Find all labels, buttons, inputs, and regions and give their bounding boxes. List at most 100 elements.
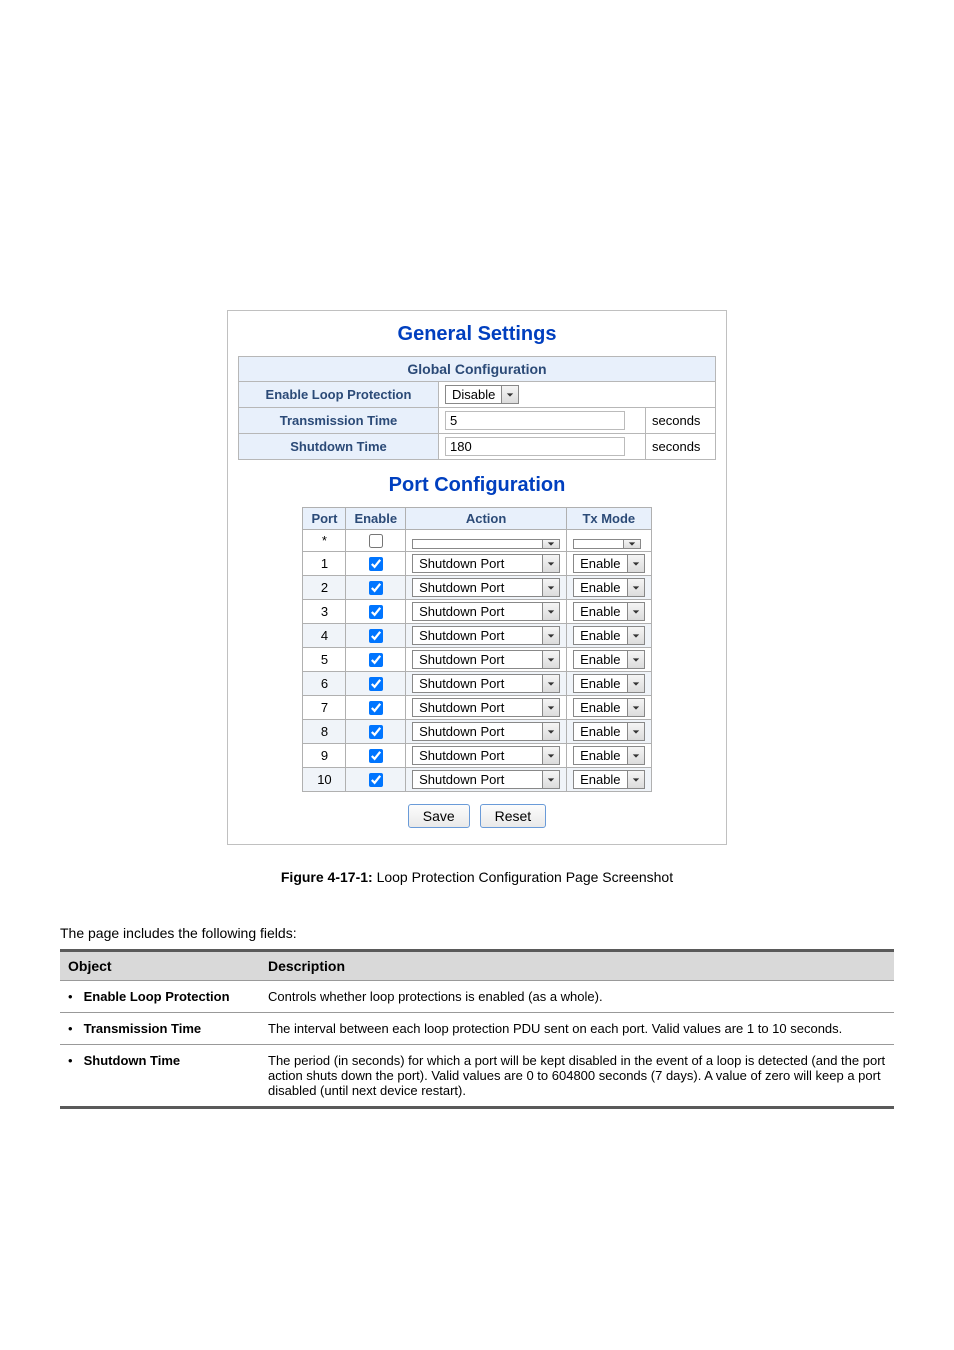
chevron-down-icon xyxy=(627,578,645,597)
desc-col-description: Description xyxy=(260,951,894,981)
port-enable-cell xyxy=(346,600,406,624)
port-txmode-select[interactable]: Enable xyxy=(573,626,644,645)
chevron-down-icon xyxy=(542,722,560,741)
port-action-value: Shutdown Port xyxy=(412,626,542,645)
chevron-down-icon xyxy=(542,770,560,789)
port-txmode-select[interactable]: Enable xyxy=(573,698,644,717)
port-action-value: Shutdown Port xyxy=(412,698,542,717)
port-txmode-select[interactable]: Enable xyxy=(573,746,644,765)
chevron-down-icon xyxy=(627,626,645,645)
port-number: 8 xyxy=(303,720,346,744)
port-number: 5 xyxy=(303,648,346,672)
desc-col-object: Object xyxy=(60,951,260,981)
port-enable-checkbox[interactable] xyxy=(369,773,383,787)
desc-text: The interval between each loop protectio… xyxy=(260,1013,894,1045)
port-enable-checkbox[interactable] xyxy=(369,701,383,715)
general-settings-title: General Settings xyxy=(238,323,716,346)
chevron-down-icon xyxy=(542,674,560,693)
port-txmode-value: Enable xyxy=(573,602,626,621)
port-enable-checkbox[interactable] xyxy=(369,605,383,619)
port-enable-checkbox[interactable] xyxy=(369,629,383,643)
port-enable-checkbox[interactable] xyxy=(369,581,383,595)
port-config-table: Port Enable Action Tx Mode *1Shutdown Po… xyxy=(302,507,651,792)
shutdown-time-input[interactable] xyxy=(445,437,625,456)
port-enable-checkbox[interactable] xyxy=(369,653,383,667)
port-txmode-select[interactable]: Enable xyxy=(573,722,644,741)
port-txmode-select[interactable]: Enable xyxy=(573,578,644,597)
port-action-select[interactable]: Shutdown Port xyxy=(412,698,560,717)
chevron-down-icon xyxy=(542,602,560,621)
port-action-value: Shutdown Port xyxy=(412,578,542,597)
port-enable-cell xyxy=(346,744,406,768)
chevron-down-icon xyxy=(542,650,560,669)
port-txmode-value: Enable xyxy=(573,626,626,645)
table-row: 4Shutdown PortEnable xyxy=(303,624,651,648)
port-txmode-value: Enable xyxy=(573,578,626,597)
port-txmode-select[interactable]: Enable xyxy=(573,602,644,621)
port-action-select[interactable]: Shutdown Port xyxy=(412,602,560,621)
settings-panel: General Settings Global Configuration En… xyxy=(227,310,727,845)
port-txmode-value: Enable xyxy=(573,746,626,765)
port-txmode-select[interactable]: Enable xyxy=(573,674,644,693)
chevron-down-icon xyxy=(542,626,560,645)
port-enable-cell xyxy=(346,672,406,696)
port-enable-checkbox[interactable] xyxy=(369,725,383,739)
table-row: 10Shutdown PortEnable xyxy=(303,768,651,792)
port-action-select[interactable]: Shutdown Port xyxy=(412,650,560,669)
chevron-down-icon xyxy=(627,698,645,717)
port-action-select[interactable]: Shutdown Port xyxy=(412,770,560,789)
port-txmode-select[interactable]: Enable xyxy=(573,650,644,669)
port-action-select[interactable]: Shutdown Port xyxy=(412,578,560,597)
figure-caption: Figure 4-17-1: Loop Protection Configura… xyxy=(60,869,894,885)
port-txmode-value: Enable xyxy=(573,722,626,741)
port-action-value: Shutdown Port xyxy=(412,602,542,621)
shutdown-time-label: Shutdown Time xyxy=(239,434,439,460)
port-enable-checkbox[interactable] xyxy=(369,677,383,691)
port-action-select[interactable]: Shutdown Port xyxy=(412,626,560,645)
port-enable-checkbox[interactable] xyxy=(369,557,383,571)
chevron-down-icon xyxy=(542,746,560,765)
port-txmode-select[interactable] xyxy=(573,539,641,549)
description-table: Object Description • Enable Loop Protect… xyxy=(60,949,894,1109)
table-row: 9Shutdown PortEnable xyxy=(303,744,651,768)
port-action-value: Shutdown Port xyxy=(412,722,542,741)
table-row: 7Shutdown PortEnable xyxy=(303,696,651,720)
port-enable-cell xyxy=(346,552,406,576)
enable-loop-select[interactable]: Disable xyxy=(445,385,519,404)
port-txmode-select[interactable]: Enable xyxy=(573,770,644,789)
table-row: 2Shutdown PortEnable xyxy=(303,576,651,600)
port-number: 6 xyxy=(303,672,346,696)
tx-time-input[interactable] xyxy=(445,411,625,430)
port-txmode-value xyxy=(573,539,623,549)
chevron-down-icon xyxy=(542,698,560,717)
desc-text: The period (in seconds) for which a port… xyxy=(260,1045,894,1108)
enable-loop-label: Enable Loop Protection xyxy=(239,382,439,408)
figure-number: Figure 4-17-1: xyxy=(281,869,373,885)
port-enable-cell xyxy=(346,648,406,672)
port-txmode-value: Enable xyxy=(573,650,626,669)
port-action-select[interactable]: Shutdown Port xyxy=(412,554,560,573)
port-enable-checkbox[interactable] xyxy=(369,534,383,548)
port-txmode-select[interactable]: Enable xyxy=(573,554,644,573)
port-action-select[interactable]: Shutdown Port xyxy=(412,722,560,741)
global-config-header: Global Configuration xyxy=(239,357,716,382)
port-enable-cell xyxy=(346,696,406,720)
chevron-down-icon xyxy=(542,554,560,573)
port-enable-checkbox[interactable] xyxy=(369,749,383,763)
port-action-select[interactable]: Shutdown Port xyxy=(412,674,560,693)
port-action-select[interactable] xyxy=(412,539,560,549)
port-enable-cell xyxy=(346,530,406,552)
port-action-select[interactable]: Shutdown Port xyxy=(412,746,560,765)
chevron-down-icon xyxy=(623,539,641,549)
chevron-down-icon xyxy=(627,746,645,765)
chevron-down-icon xyxy=(627,554,645,573)
port-action-value: Shutdown Port xyxy=(412,674,542,693)
port-txmode-value: Enable xyxy=(573,674,626,693)
chevron-down-icon xyxy=(542,539,560,549)
chevron-down-icon xyxy=(501,385,519,404)
chevron-down-icon xyxy=(627,602,645,621)
port-enable-cell xyxy=(346,624,406,648)
table-row: 8 Shutdown Port Enable xyxy=(303,720,651,744)
save-button[interactable]: Save xyxy=(408,804,470,828)
reset-button[interactable]: Reset xyxy=(480,804,547,828)
